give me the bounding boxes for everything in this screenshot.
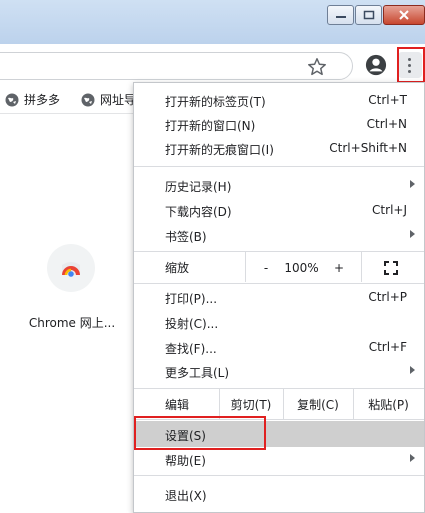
menu-item-label: 更多工具(L) — [165, 366, 230, 380]
menu-separator — [134, 475, 424, 476]
menu-item-label: 退出(X) — [165, 489, 207, 503]
submenu-arrow-icon — [410, 454, 415, 462]
bookmark-label: 拼多多 — [24, 93, 61, 107]
submenu-arrow-icon — [410, 230, 415, 238]
menu-separator — [134, 166, 424, 167]
zoom-level: 100% — [284, 261, 319, 275]
menu-item-shortcut: Ctrl+T — [368, 93, 407, 107]
menu-item-label: 下载内容(D) — [165, 205, 232, 219]
menu-item-shortcut: Ctrl+J — [372, 203, 407, 217]
menu-item-label: 书签(B) — [165, 230, 207, 244]
window-titlebar — [0, 0, 425, 44]
menu-item-shortcut: Ctrl+Shift+N — [329, 141, 407, 155]
menu-button-highlight — [397, 47, 425, 83]
zoom-out-button[interactable]: - — [256, 253, 276, 283]
close-button[interactable] — [383, 5, 425, 25]
maximize-button[interactable] — [355, 5, 382, 25]
menu-item-label: 打开新的无痕窗口(I) — [165, 143, 274, 157]
menu-item-label: 打印(P)... — [165, 292, 218, 306]
chrome-web-store-icon — [62, 262, 80, 277]
menu-item-label: 投射(C)... — [165, 317, 219, 331]
submenu-arrow-icon — [410, 366, 415, 374]
menu-item-label: 帮助(E) — [165, 454, 206, 468]
menu-separator — [134, 251, 424, 252]
globe-icon — [5, 93, 19, 106]
menu-divider — [245, 252, 246, 282]
menu-item-shortcut: Ctrl+P — [368, 290, 407, 304]
menu-separator — [134, 388, 424, 389]
menu-item-bookmarks[interactable]: 书签(B) — [134, 223, 424, 247]
globe-icon — [81, 93, 95, 106]
menu-item-print[interactable]: 打印(P)... Ctrl+P — [134, 285, 424, 309]
menu-item-label: 查找(F)... — [165, 342, 217, 356]
menu-item-history[interactable]: 历史记录(H) — [134, 173, 424, 197]
menu-item-cast[interactable]: 投射(C)... — [134, 310, 424, 334]
minimize-button[interactable] — [327, 5, 354, 25]
menu-item-label: 打开新的标签页(T) — [165, 95, 266, 109]
bookmark-item[interactable]: 拼多多 — [5, 91, 60, 108]
menu-item-new-window[interactable]: 打开新的窗口(N) Ctrl+N — [134, 112, 424, 136]
menu-item-shortcut: Ctrl+N — [366, 117, 407, 131]
chrome-web-store-shortcut[interactable] — [47, 244, 95, 292]
menu-item-downloads[interactable]: 下载内容(D) Ctrl+J — [134, 198, 424, 222]
menu-item-shortcut: Ctrl+F — [368, 340, 407, 354]
bookmark-label: 网址导 — [100, 93, 137, 107]
menu-item-help[interactable]: 帮助(E) — [134, 447, 424, 471]
bookmark-star-icon[interactable] — [306, 56, 328, 78]
copy-button[interactable]: 复制(C) — [283, 390, 353, 420]
paste-button[interactable]: 粘贴(P) — [353, 390, 424, 420]
menu-item-label: 打开新的窗口(N) — [165, 119, 256, 133]
maximize-icon — [363, 10, 374, 20]
submenu-arrow-icon — [410, 180, 415, 188]
settings-highlight — [134, 416, 266, 450]
browser-toolbar — [0, 44, 425, 84]
fullscreen-button[interactable] — [379, 253, 403, 283]
menu-separator — [134, 283, 424, 284]
menu-item-new-tab[interactable]: 打开新的标签页(T) Ctrl+T — [134, 88, 424, 112]
zoom-label: 缩放 — [165, 261, 190, 275]
shortcut-label: Chrome 网上... — [28, 316, 116, 330]
menu-item-label: 历史记录(H) — [165, 180, 232, 194]
profile-avatar-icon[interactable] — [365, 54, 387, 76]
menu-item-new-incognito-window[interactable]: 打开新的无痕窗口(I) Ctrl+Shift+N — [134, 136, 424, 160]
menu-divider — [361, 252, 362, 282]
menu-item-more-tools[interactable]: 更多工具(L) — [134, 359, 424, 383]
bookmark-item[interactable]: 网址导 — [81, 91, 136, 108]
menu-item-exit[interactable]: 退出(X) — [134, 482, 424, 506]
close-icon — [399, 10, 409, 20]
menu-item-find[interactable]: 查找(F)... Ctrl+F — [134, 335, 424, 359]
minimize-icon — [335, 16, 346, 18]
address-bar[interactable] — [0, 52, 353, 80]
fullscreen-icon — [384, 261, 398, 275]
zoom-in-button[interactable]: + — [329, 253, 349, 283]
